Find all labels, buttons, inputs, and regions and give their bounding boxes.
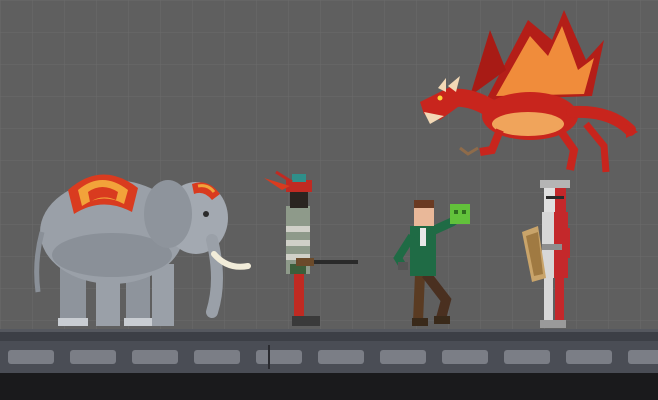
stone-floor: [0, 329, 658, 400]
scene-canvas: [0, 0, 658, 400]
elephant-icon: [34, 174, 251, 326]
elephant[interactable]: [34, 174, 251, 326]
game-scene: [0, 0, 658, 400]
